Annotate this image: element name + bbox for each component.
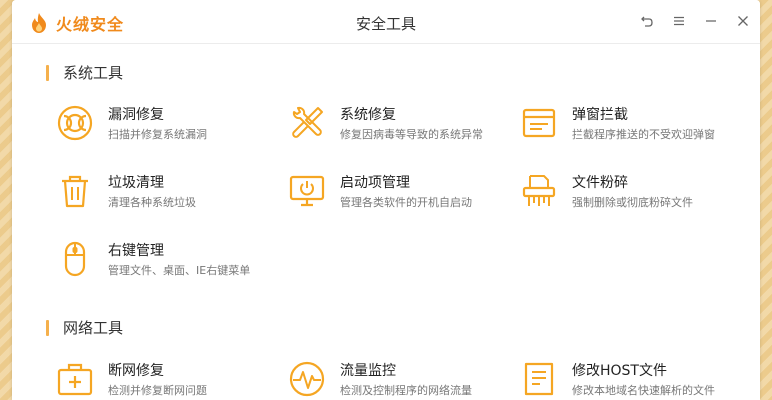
tool-system-repair[interactable]: 系统修复 修复因病毒等导致的系统异常: [288, 104, 508, 143]
tool-description: 强制删除或彻底粉碎文件: [572, 196, 693, 209]
tool-description: 检测及控制程序的网络流量: [340, 384, 472, 397]
tool-title: 修改HOST文件: [572, 363, 667, 379]
tool-title: 右键管理: [108, 243, 164, 259]
minimize-icon: [706, 20, 716, 22]
tool-junk-clean[interactable]: 垃圾清理 清理各种系统垃圾: [56, 172, 276, 211]
tool-right-click-manager[interactable]: 右键管理 管理文件、桌面、IE右键菜单: [56, 240, 276, 279]
close-icon: [738, 16, 748, 26]
tool-title: 漏洞修复: [108, 107, 164, 123]
tool-description: 扫描并修复系统漏洞: [108, 128, 207, 141]
network-kit-icon: [57, 363, 93, 396]
title-bar: 火绒安全 安全工具: [12, 0, 760, 44]
section-marker: [46, 319, 49, 336]
monitor-power-icon: [289, 175, 325, 207]
back-arrow-icon: [641, 16, 653, 27]
minimize-button[interactable]: [702, 12, 720, 30]
mouse-icon: [64, 241, 86, 277]
section-title-system: 系统工具: [63, 64, 124, 82]
menu-button[interactable]: [670, 12, 688, 30]
tool-host-file-edit[interactable]: 修改HOST文件 修改本地域名快速解析的文件: [520, 360, 740, 399]
shredder-icon: [522, 175, 556, 206]
section-title-network: 网络工具: [63, 319, 124, 337]
popup-window-icon: [522, 108, 556, 138]
tool-network-repair[interactable]: 断网修复 检测并修复断网问题: [56, 360, 276, 399]
tool-title: 弹窗拦截: [572, 107, 628, 123]
tool-description: 修复因病毒等导致的系统异常: [340, 128, 483, 141]
section-marker: [46, 64, 49, 81]
app-window: 火绒安全 安全工具 系统工具 漏洞修复 扫描并修复系统漏洞 系统修复 修复因病毒…: [12, 0, 760, 400]
tool-title: 流量监控: [340, 363, 396, 379]
close-button[interactable]: [734, 12, 752, 30]
back-button[interactable]: [638, 12, 656, 30]
tool-title: 垃圾清理: [108, 175, 164, 191]
tool-title: 启动项管理: [340, 175, 410, 191]
tool-title: 文件粉碎: [572, 175, 628, 191]
tool-file-shredder[interactable]: 文件粉碎 强制删除或彻底粉碎文件: [520, 172, 740, 211]
window-controls: [638, 12, 752, 30]
tool-description: 清理各种系统垃圾: [108, 196, 196, 209]
trash-icon: [62, 175, 88, 208]
tool-description: 修改本地域名快速解析的文件: [572, 384, 715, 397]
tool-description: 管理文件、桌面、IE右键菜单: [108, 264, 251, 277]
wrench-screwdriver-icon: [292, 106, 323, 138]
tool-popup-block[interactable]: 弹窗拦截 拦截程序推送的不受欢迎弹窗: [520, 104, 740, 143]
tool-title: 断网修复: [108, 363, 164, 379]
section-header-system: 系统工具: [46, 62, 123, 83]
section-header-network: 网络工具: [46, 317, 123, 338]
tool-title: 系统修复: [340, 107, 396, 123]
tool-traffic-monitor[interactable]: 流量监控 检测及控制程序的网络流量: [288, 360, 508, 399]
tool-vulnerability-fix[interactable]: 漏洞修复 扫描并修复系统漏洞: [56, 104, 276, 143]
host-file-icon: [524, 362, 554, 396]
tool-description: 管理各类软件的开机自启动: [340, 196, 472, 209]
traffic-monitor-icon: [289, 361, 325, 397]
tool-description: 拦截程序推送的不受欢迎弹窗: [572, 128, 715, 141]
tool-description: 检测并修复断网问题: [108, 384, 207, 397]
lifebuoy-icon: [57, 105, 93, 141]
tool-startup-manager[interactable]: 启动项管理 管理各类软件的开机自启动: [288, 172, 508, 211]
menu-icon: [674, 16, 684, 26]
